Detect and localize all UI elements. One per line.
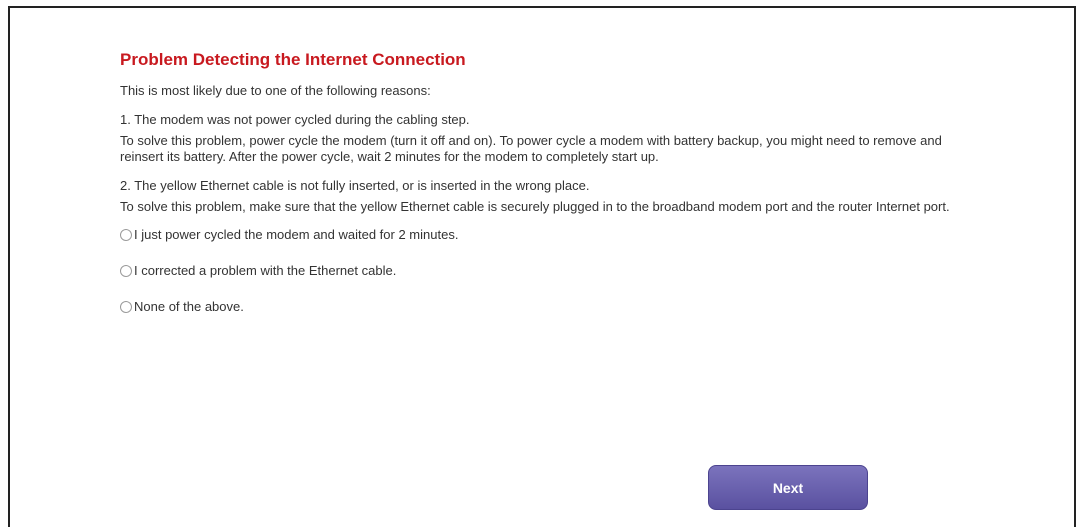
reason-2-heading: 2. The yellow Ethernet cable is not full… <box>120 178 590 193</box>
option-ethernet-corrected-label[interactable]: I corrected a problem with the Ethernet … <box>134 263 396 279</box>
option-none-of-above[interactable]: None of the above. <box>120 299 970 315</box>
reason-2-body: To solve this problem, make sure that th… <box>120 199 950 214</box>
intro-text: This is most likely due to one of the fo… <box>120 83 431 98</box>
option-none-of-above-label[interactable]: None of the above. <box>134 299 244 315</box>
radio-button-none-of-above[interactable] <box>120 301 132 313</box>
radio-button-power-cycled[interactable] <box>120 229 132 241</box>
option-power-cycled-label[interactable]: I just power cycled the modem and waited… <box>134 227 458 243</box>
page-title: Problem Detecting the Internet Connectio… <box>120 50 466 69</box>
radio-button-ethernet-corrected[interactable] <box>120 265 132 277</box>
option-ethernet-corrected[interactable]: I corrected a problem with the Ethernet … <box>120 263 970 279</box>
next-button[interactable]: Next <box>708 465 868 510</box>
page-frame: Problem Detecting the Internet Connectio… <box>8 6 1076 527</box>
reason-1-body: To solve this problem, power cycle the m… <box>120 133 942 164</box>
option-power-cycled[interactable]: I just power cycled the modem and waited… <box>120 227 970 243</box>
main-content: Problem Detecting the Internet Connectio… <box>120 50 970 335</box>
reason-1-heading: 1. The modem was not power cycled during… <box>120 112 470 127</box>
